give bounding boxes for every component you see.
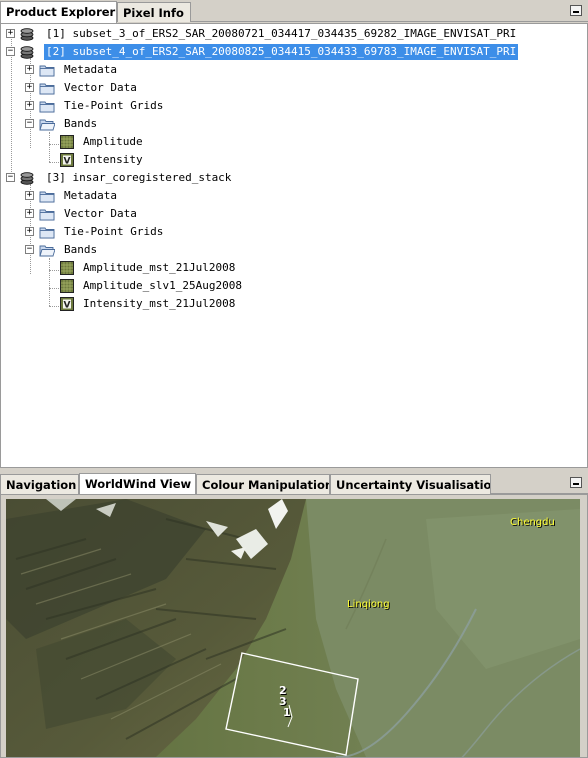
bottom-tabstrip: Navigation WorldWind View⊗ Colour Manipu…	[0, 472, 588, 495]
expand-icon[interactable]: +	[25, 83, 34, 92]
tree-band-amplitude-mst[interactable]: Amplitude_mst_21Jul2008	[1, 260, 301, 276]
node-label: Vector Data	[64, 81, 137, 94]
folder-icon	[39, 101, 55, 113]
band-label: Intensity	[83, 153, 143, 166]
node-label: Metadata	[64, 189, 117, 202]
tree-product-1[interactable]: + [1] subset_3_of_ERS2_SAR_20080721_0344…	[1, 26, 581, 42]
tree-band-intensity[interactable]: V Intensity	[1, 152, 301, 168]
tab-label: Navigation	[6, 478, 77, 492]
worldwind-frame: Chengdu Linqiong 2 3 1	[0, 494, 588, 758]
top-tabstrip: Product Explorer⊗ Pixel Info	[0, 0, 588, 23]
tab-label: Pixel Info	[123, 6, 184, 20]
tree-node-bands[interactable]: − Bands	[1, 116, 301, 132]
band-virtual-icon: V	[60, 297, 74, 311]
tab-label: Uncertainty Visualisation	[336, 478, 491, 492]
band-label: Amplitude_mst_21Jul2008	[83, 261, 236, 274]
expand-icon[interactable]: +	[25, 209, 34, 218]
expand-icon[interactable]: +	[25, 65, 34, 74]
collapse-icon[interactable]: −	[25, 245, 34, 254]
node-label: Tie-Point Grids	[64, 99, 164, 112]
tab-product-explorer[interactable]: Product Explorer⊗	[0, 1, 117, 23]
node-label: Bands	[64, 117, 98, 130]
tab-label: Colour Manipulation	[202, 478, 330, 492]
tab-label: WorldWind View	[85, 477, 192, 491]
band-label: Amplitude_slv1_25Aug2008	[83, 279, 242, 292]
product-label: [3] insar_coregistered_stack	[46, 171, 232, 184]
folder-open-icon	[39, 245, 55, 257]
tree-node-metadata[interactable]: + Metadata	[1, 188, 301, 204]
place-label-chengdu: Chengdu	[510, 517, 555, 528]
tab-uncertainty-visualisation[interactable]: Uncertainty Visualisation	[330, 474, 491, 494]
node-label: Tie-Point Grids	[64, 225, 164, 238]
tree-node-tie-point-grids[interactable]: + Tie-Point Grids	[1, 98, 301, 114]
product-explorer-tree: + [1] subset_3_of_ERS2_SAR_20080721_0344…	[0, 23, 588, 468]
tree-node-metadata[interactable]: + Metadata	[1, 62, 301, 78]
product-stack-icon	[20, 46, 34, 59]
place-label-linqiong: Linqiong	[347, 599, 390, 610]
worldwind-globe-view[interactable]: Chengdu Linqiong 2 3 1	[6, 499, 580, 757]
expand-icon[interactable]: +	[25, 101, 34, 110]
band-virtual-icon: V	[60, 153, 74, 167]
tree-node-vector-data[interactable]: + Vector Data	[1, 80, 301, 96]
band-label: Intensity_mst_21Jul2008	[83, 297, 236, 310]
collapse-icon[interactable]: −	[6, 47, 15, 56]
tree-node-bands[interactable]: − Bands	[1, 242, 301, 258]
tree-band-amplitude-slv1[interactable]: Amplitude_slv1_25Aug2008	[1, 278, 301, 294]
expand-icon[interactable]: +	[25, 191, 34, 200]
minimize-icon[interactable]	[570, 477, 582, 488]
tree-band-intensity-mst[interactable]: V Intensity_mst_21Jul2008	[1, 296, 301, 312]
expand-icon[interactable]: +	[25, 227, 34, 236]
footprint-number: 1	[283, 706, 291, 719]
product-stack-icon	[20, 172, 34, 185]
product-label: [1] subset_3_of_ERS2_SAR_20080721_034417…	[46, 27, 517, 40]
product-stack-icon	[20, 28, 34, 41]
tree-band-amplitude[interactable]: Amplitude	[1, 134, 301, 150]
tab-label: Product Explorer	[6, 5, 116, 19]
folder-icon	[39, 209, 55, 221]
svg-text:V: V	[64, 301, 71, 311]
satellite-terrain-image	[6, 499, 580, 757]
bottom-tool-panel: Navigation WorldWind View⊗ Colour Manipu…	[0, 470, 588, 758]
tab-colour-manipulation[interactable]: Colour Manipulation	[196, 474, 330, 494]
svg-text:V: V	[64, 157, 71, 167]
collapse-icon[interactable]: −	[6, 173, 15, 182]
minimize-icon[interactable]	[570, 5, 582, 16]
tab-navigation[interactable]: Navigation	[0, 474, 79, 494]
node-label: Bands	[64, 243, 98, 256]
folder-icon	[39, 227, 55, 239]
expand-icon[interactable]: +	[6, 29, 15, 38]
band-raster-icon	[60, 279, 74, 293]
tab-worldwind-view[interactable]: WorldWind View⊗	[79, 473, 196, 495]
collapse-icon[interactable]: −	[25, 119, 34, 128]
node-label: Vector Data	[64, 207, 137, 220]
folder-icon	[39, 191, 55, 203]
band-raster-icon	[60, 261, 74, 275]
node-label: Metadata	[64, 63, 117, 76]
tree-node-vector-data[interactable]: + Vector Data	[1, 206, 301, 222]
band-raster-icon	[60, 135, 74, 149]
product-label-selected: [2] subset_4_of_ERS2_SAR_20080825_034415…	[44, 44, 519, 60]
tab-pixel-info[interactable]: Pixel Info	[117, 2, 191, 22]
tree-node-tie-point-grids[interactable]: + Tie-Point Grids	[1, 224, 301, 240]
band-label: Amplitude	[83, 135, 143, 148]
folder-open-icon	[39, 119, 55, 131]
folder-icon	[39, 83, 55, 95]
folder-icon	[39, 65, 55, 77]
tree-product-3[interactable]: − [3] insar_coregistered_stack	[1, 170, 401, 186]
tree-product-2[interactable]: − [2] subset_4_of_ERS2_SAR_20080825_0344…	[1, 44, 581, 60]
